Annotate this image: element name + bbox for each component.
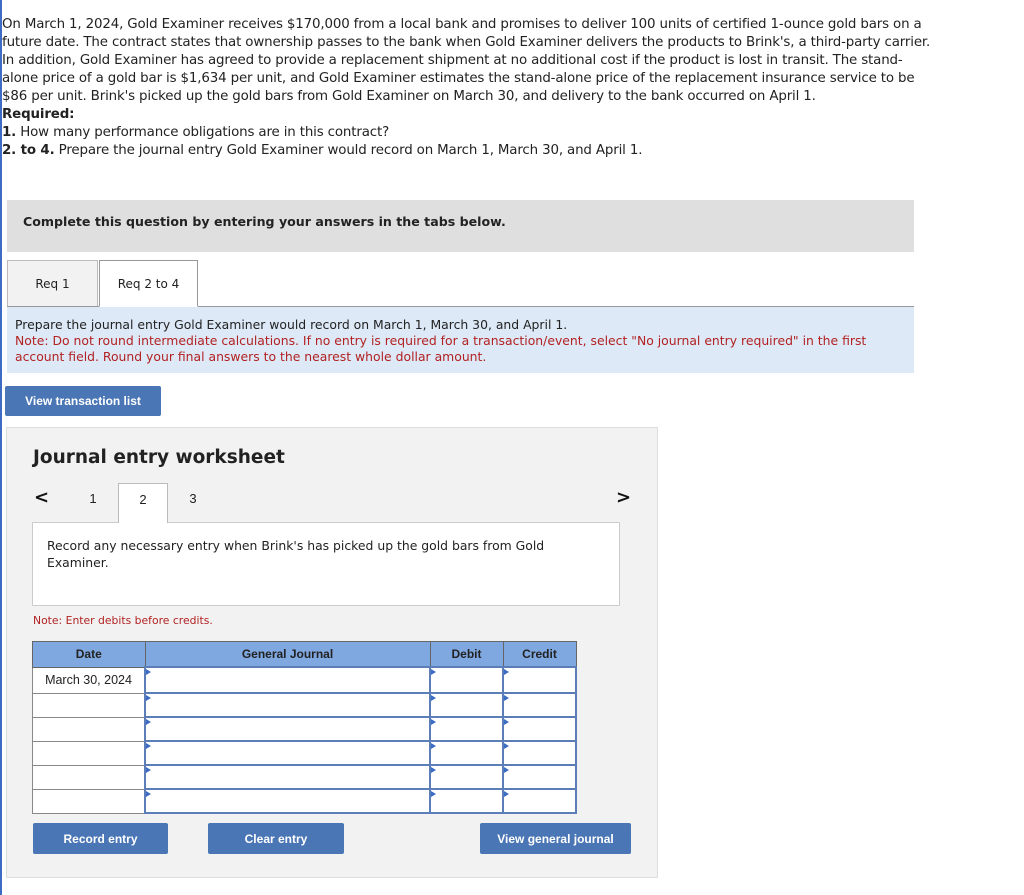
debit-input[interactable] — [429, 740, 504, 766]
clear-entry-button[interactable]: Clear entry — [208, 823, 344, 854]
debit-input[interactable] — [429, 692, 504, 718]
requirement-2: 2. to 4. Prepare the journal entry Gold … — [2, 142, 932, 160]
account-select[interactable] — [144, 788, 431, 814]
tab-instructions: Prepare the journal entry Gold Examiner … — [7, 307, 914, 373]
requirement-1: 1. How many performance obligations are … — [2, 124, 932, 142]
view-general-journal-button[interactable]: View general journal — [480, 823, 631, 854]
header-general-journal: General Journal — [144, 641, 431, 668]
credit-input[interactable] — [502, 740, 577, 766]
required-heading: Required: — [2, 107, 75, 122]
journal-table: Date General Journal Debit Credit March … — [32, 641, 577, 814]
requirement-1-text: How many performance obligations are in … — [16, 125, 390, 140]
account-select[interactable] — [144, 692, 431, 718]
requirement-tabs: Req 1 Req 2 to 4 — [7, 260, 914, 307]
date-cell — [32, 692, 146, 718]
instruction-text: Complete this question by entering your … — [23, 214, 506, 229]
record-entry-button[interactable]: Record entry — [33, 823, 168, 854]
date-cell: March 30, 2024 — [32, 666, 146, 694]
date-cell — [32, 740, 146, 766]
worksheet-step-3[interactable]: 3 — [168, 483, 218, 522]
debit-input[interactable] — [429, 788, 504, 814]
date-cell — [32, 764, 146, 790]
tab-req-2-to-4[interactable]: Req 2 to 4 — [99, 260, 198, 307]
journal-row — [32, 716, 577, 742]
journal-entry-worksheet: Journal entry worksheet < 1 2 3 > Record… — [6, 427, 658, 878]
problem-statement: On March 1, 2024, Gold Examiner receives… — [2, 16, 932, 160]
chevron-right-icon[interactable]: > — [616, 487, 631, 508]
instruction-bar: Complete this question by entering your … — [7, 200, 914, 252]
worksheet-title: Journal entry worksheet — [33, 447, 285, 468]
credit-input[interactable] — [502, 692, 577, 718]
debit-input[interactable] — [429, 764, 504, 790]
credit-input[interactable] — [502, 788, 577, 814]
requirement-2-number: 2. to 4. — [2, 143, 55, 158]
tab-prompt: Prepare the journal entry Gold Examiner … — [15, 317, 568, 332]
date-cell — [32, 788, 146, 814]
header-credit: Credit — [502, 641, 577, 668]
entry-description: Record any necessary entry when Brink's … — [47, 538, 545, 570]
date-cell — [32, 716, 146, 742]
journal-row — [32, 692, 577, 718]
worksheet-step-2[interactable]: 2 — [118, 483, 168, 523]
credit-input[interactable] — [502, 716, 577, 742]
problem-paragraph: On March 1, 2024, Gold Examiner receives… — [2, 17, 931, 104]
chevron-left-icon[interactable]: < — [34, 487, 49, 508]
debit-input[interactable] — [429, 666, 504, 694]
debit-credit-note: Note: Enter debits before credits. — [33, 614, 213, 627]
view-transaction-list-button[interactable]: View transaction list — [5, 386, 161, 416]
requirement-1-number: 1. — [2, 125, 17, 140]
header-debit: Debit — [429, 641, 504, 668]
account-select[interactable] — [144, 740, 431, 766]
credit-input[interactable] — [502, 764, 577, 790]
debit-input[interactable] — [429, 716, 504, 742]
entry-description-box: Record any necessary entry when Brink's … — [32, 522, 620, 606]
account-select[interactable] — [144, 716, 431, 742]
tab-note: Note: Do not round intermediate calculat… — [15, 333, 867, 364]
journal-row: March 30, 2024 — [32, 666, 577, 694]
journal-row — [32, 788, 577, 814]
tab-req-1[interactable]: Req 1 — [7, 260, 98, 306]
header-date: Date — [32, 641, 146, 668]
worksheet-step-1[interactable]: 1 — [68, 483, 118, 522]
journal-header-row: Date General Journal Debit Credit — [32, 641, 577, 668]
journal-row — [32, 740, 577, 766]
account-select[interactable] — [144, 666, 431, 694]
journal-row — [32, 764, 577, 790]
requirement-2-text: Prepare the journal entry Gold Examiner … — [54, 143, 643, 158]
account-select[interactable] — [144, 764, 431, 790]
credit-input[interactable] — [502, 666, 577, 694]
